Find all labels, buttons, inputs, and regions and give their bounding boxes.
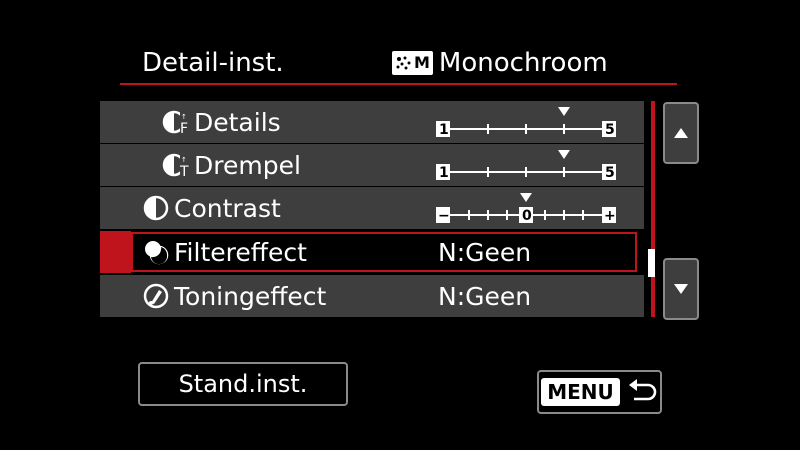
row-toningeffect-label: Toningeffect <box>174 281 327 311</box>
triangle-up-icon <box>674 128 688 138</box>
svg-text:T: T <box>179 164 189 179</box>
slider-min-label: 1 <box>439 122 449 138</box>
row-details-label: Details <box>194 107 281 137</box>
drempel-slider[interactable]: 1 5 <box>436 150 626 182</box>
svg-text:F: F <box>180 121 188 136</box>
row-filtereffect-label: Filtereffect <box>174 237 307 267</box>
row-details-label-wrap: ↑ F Details <box>162 101 281 143</box>
row-drempel-label: Drempel <box>194 150 301 180</box>
row-contrast-label-wrap: Contrast <box>142 187 281 229</box>
return-arrow-icon <box>628 379 657 401</box>
slider-marker <box>558 107 570 116</box>
row-toningeffect-label-wrap: Toningeffect <box>142 275 326 317</box>
svg-text:↑: ↑ <box>181 113 187 121</box>
contrast-icon <box>143 195 169 221</box>
details-slider[interactable]: 1 5 <box>436 107 626 139</box>
row-contrast[interactable]: Contrast − 0 + <box>100 187 644 229</box>
selection-bar <box>100 231 131 273</box>
slider-marker <box>558 150 570 159</box>
row-details[interactable]: ↑ F Details 1 5 <box>100 101 644 143</box>
scroll-up-button[interactable] <box>663 102 699 164</box>
filter-effect-icon <box>145 241 169 265</box>
row-drempel[interactable]: ↑ T Drempel 1 5 <box>100 144 644 186</box>
slider-max-label: 5 <box>605 165 615 181</box>
row-filtereffect-label-wrap: Filtereffect <box>142 231 307 273</box>
toning-effect-icon <box>143 283 169 309</box>
scrollbar-track[interactable] <box>651 101 655 317</box>
row-filtereffect[interactable]: Filtereffect N:Geen <box>100 231 644 273</box>
row-toningeffect[interactable]: Toningeffect N:Geen <box>100 275 644 317</box>
page-title: Detail-inst. <box>142 48 284 78</box>
default-settings-button[interactable]: Stand.inst. <box>138 362 348 406</box>
default-settings-label: Stand.inst. <box>178 370 308 398</box>
slider-min-label: − <box>438 208 450 224</box>
header-divider <box>120 83 677 85</box>
sharpness-threshold-icon: ↑ T <box>162 153 190 179</box>
row-toningeffect-value: N:Geen <box>438 281 532 311</box>
row-filtereffect-value: N:Geen <box>438 237 532 267</box>
svg-text:↑: ↑ <box>181 156 187 164</box>
menu-key-badge: MENU <box>541 378 620 406</box>
row-contrast-label: Contrast <box>174 193 281 223</box>
picture-style-letter: M <box>414 53 430 72</box>
picture-style-icon: M <box>392 51 433 75</box>
slider-max-label: 5 <box>605 122 615 138</box>
triangle-down-icon <box>674 284 688 294</box>
menu-back-button[interactable]: MENU <box>537 370 662 414</box>
sharpness-fineness-icon: ↑ F <box>162 110 190 136</box>
contrast-slider[interactable]: − 0 + <box>436 193 626 225</box>
picture-style-name: Monochroom <box>438 48 608 78</box>
scrollbar-thumb[interactable] <box>648 249 655 277</box>
slider-min-label: 1 <box>439 165 449 181</box>
slider-center-label: 0 <box>522 208 532 224</box>
picture-style-pictogram <box>396 56 411 70</box>
slider-marker <box>520 193 532 202</box>
settings-list: ↑ F Details 1 5 ↑ T Drempel 1 5 Contrast… <box>100 101 644 317</box>
picture-style-indicator: M Monochroom <box>392 46 608 80</box>
slider-max-label: + <box>604 208 616 224</box>
row-drempel-label-wrap: ↑ T Drempel <box>162 144 301 186</box>
scroll-down-button[interactable] <box>663 258 699 320</box>
